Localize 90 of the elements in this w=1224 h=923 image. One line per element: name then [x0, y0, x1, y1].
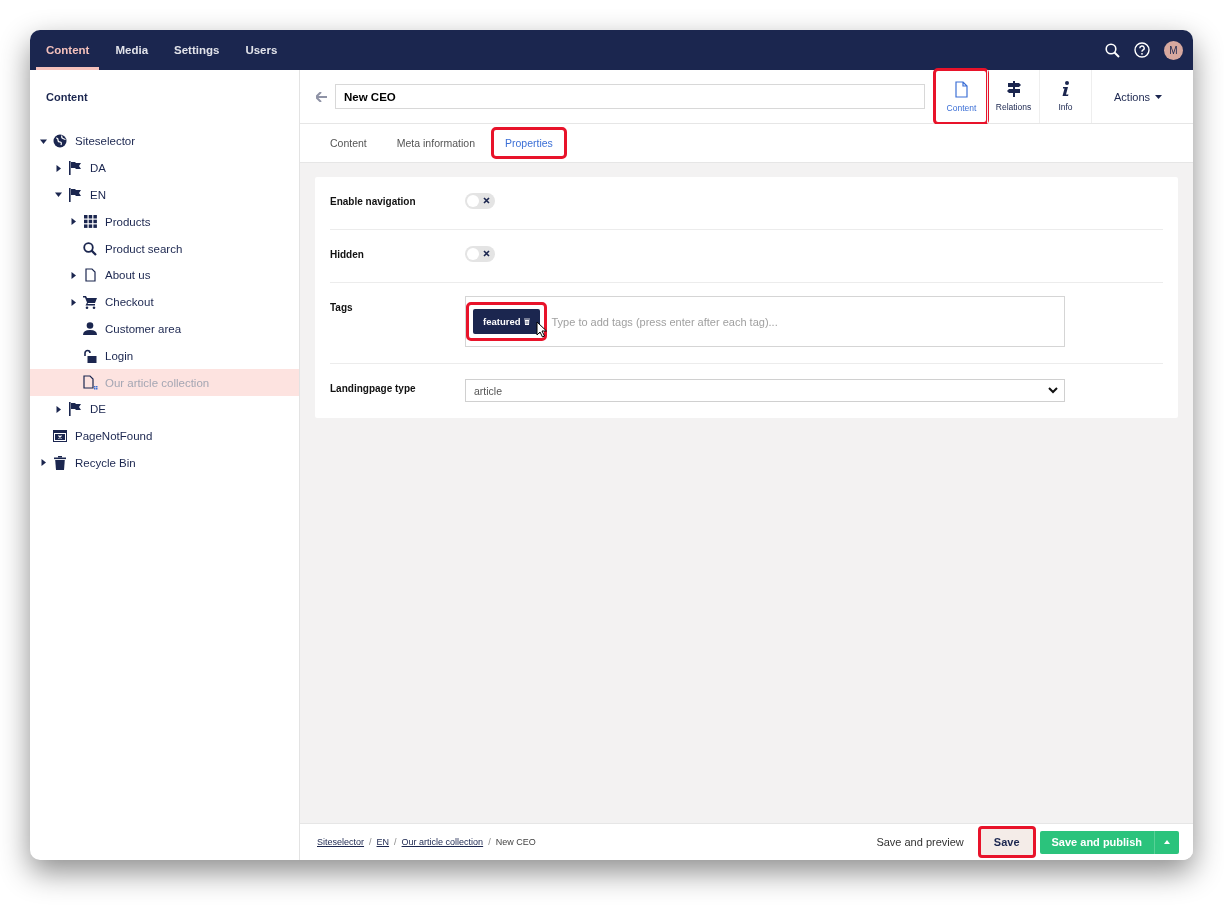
app-tab[interactable]: Relations [987, 70, 1039, 123]
tab[interactable]: Properties [493, 129, 565, 157]
breadcrumb-link[interactable]: Siteselector [317, 837, 365, 847]
tree-item-label: About us [105, 269, 151, 282]
trash-icon [54, 455, 66, 470]
landingpage-type-select[interactable]: article [465, 379, 1065, 402]
page-icon [955, 80, 968, 98]
x-icon [483, 250, 490, 257]
tree-item-label: Login [105, 349, 134, 362]
breadcrumb-link[interactable]: EN [376, 837, 390, 847]
tree-item-label: EN [90, 189, 106, 201]
document-grid-icon [82, 375, 98, 391]
caret-down-icon [1155, 94, 1163, 99]
search-icon [83, 241, 97, 256]
tree-item-label: DE [90, 403, 106, 416]
tree-item-label: Product search [105, 242, 183, 255]
nav-tab[interactable]: Settings [164, 30, 230, 70]
caret-right-icon[interactable] [69, 271, 77, 279]
save-and-preview-button[interactable]: Save and preview [866, 830, 974, 854]
help-icon[interactable] [1134, 42, 1150, 58]
tree-item-label: Siteselector [75, 135, 136, 148]
caret-down-icon[interactable] [54, 191, 62, 199]
cart-icon [83, 295, 97, 309]
back-arrow-icon[interactable] [316, 91, 327, 102]
caret-right-icon[interactable] [54, 164, 62, 172]
toggle-switch[interactable] [465, 193, 495, 209]
app-tab[interactable]: Info [1039, 70, 1091, 123]
tree-item[interactable]: Recycle Bin [30, 449, 299, 477]
tab[interactable]: Meta information [384, 129, 487, 157]
signpost-icon [1006, 81, 1021, 97]
tab[interactable]: Content [318, 129, 379, 157]
caret-right-icon[interactable] [39, 459, 47, 467]
actions-button[interactable]: Actions [1091, 70, 1183, 123]
sidebar-title: Content [45, 90, 89, 105]
app-tab[interactable]: Content [935, 70, 987, 123]
tree-item[interactable]: DE [30, 395, 299, 423]
flag-icon [69, 402, 81, 417]
tree-item-label: Customer area [105, 322, 182, 335]
flag-icon [69, 161, 81, 176]
tree-item[interactable]: PageNotFound [30, 422, 299, 450]
caret-down-icon[interactable] [39, 137, 47, 145]
globe-icon [53, 134, 67, 149]
tree-item[interactable]: Siteselector [30, 128, 299, 155]
breadcrumb-current: New CEO [495, 837, 536, 847]
trash-icon[interactable] [524, 318, 531, 325]
user-icon [83, 322, 97, 336]
chevron-down-icon [1048, 387, 1058, 394]
search-icon[interactable] [1105, 42, 1120, 58]
tree-item[interactable]: Products [30, 208, 299, 236]
nav-tab[interactable]: Users [235, 30, 288, 70]
tree-item-label: Our article collection [105, 376, 210, 389]
tree-item-label: DA [90, 162, 106, 175]
x-icon [483, 197, 490, 204]
breadcrumb-link[interactable]: Our article collection [401, 837, 484, 847]
tags-field[interactable]: featured Type to add tags (press enter after each tag)... [465, 296, 1065, 347]
nav-tab[interactable]: Content [36, 30, 100, 70]
tree-item[interactable]: DA [30, 154, 299, 182]
flag-icon [69, 188, 81, 202]
tree-item-label: Checkout [105, 296, 154, 309]
breadcrumb-separator: / [394, 837, 397, 847]
property-label: Enable navigation [330, 195, 417, 209]
nav-tab[interactable]: Media [105, 30, 159, 70]
tree-item-label: PageNotFound [75, 430, 153, 443]
caret-right-icon[interactable] [54, 405, 62, 413]
tree-item[interactable]: About us [30, 262, 299, 289]
tree-item[interactable]: Login [30, 342, 299, 370]
caret-right-icon[interactable] [69, 218, 77, 226]
tag-chip[interactable]: featured [473, 309, 541, 334]
mouse-pointer-icon [536, 321, 548, 338]
tree-item[interactable]: EN [30, 181, 299, 209]
save-button[interactable]: Save [979, 828, 1034, 856]
breadcrumb-separator: / [369, 837, 372, 847]
property-label: Landingpage type [330, 382, 417, 396]
caret-right-icon[interactable] [69, 298, 77, 306]
info-icon [1060, 81, 1071, 97]
toggle-switch[interactable] [465, 246, 495, 262]
open-lock-icon [83, 348, 97, 363]
breadcrumb-separator: / [488, 837, 491, 847]
tree-item[interactable]: Checkout [30, 288, 299, 316]
name-field[interactable]: New CEO [335, 84, 925, 109]
tree-item[interactable]: Customer area [30, 315, 299, 343]
tree-item-label: Recycle Bin [75, 456, 136, 469]
window-x-icon [53, 430, 67, 443]
property-label: Tags [330, 301, 354, 315]
grid-icon [83, 215, 97, 229]
tree-item[interactable]: Product search [30, 235, 299, 262]
property-label: Hidden [330, 248, 365, 262]
page-icon [84, 268, 96, 283]
user-avatar[interactable]: M [1164, 40, 1183, 60]
tree-item-label: Products [105, 215, 151, 228]
